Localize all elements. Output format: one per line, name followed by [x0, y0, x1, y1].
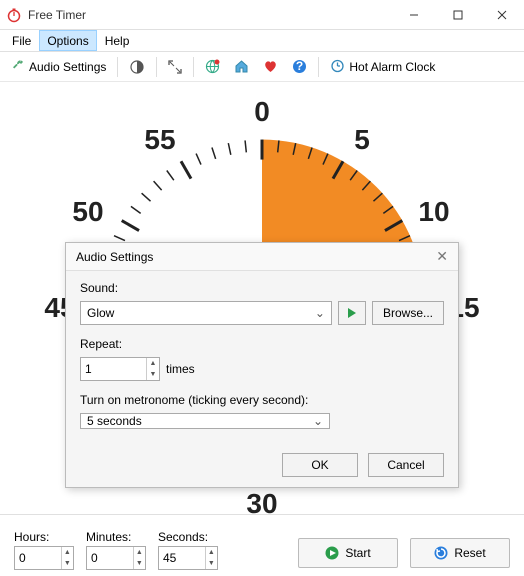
up-icon[interactable]: ▲ — [62, 547, 73, 558]
reset-icon — [434, 546, 448, 560]
heart-icon[interactable] — [258, 56, 283, 77]
minimize-button[interactable] — [392, 0, 436, 30]
repeat-input[interactable] — [81, 358, 146, 380]
separator — [318, 57, 319, 77]
down-icon[interactable]: ▼ — [62, 558, 73, 569]
svg-text:?: ? — [296, 59, 303, 73]
audio-settings-label: Audio Settings — [29, 60, 106, 74]
hot-alarm-clock-label: Hot Alarm Clock — [349, 60, 435, 74]
bottom-bar: Hours: ▲▼ Minutes: ▲▼ Seconds: ▲▼ Start … — [0, 514, 524, 576]
dialog-titlebar: Audio Settings ✕ — [66, 243, 458, 271]
minutes-label: Minutes: — [86, 530, 146, 544]
metronome-combo[interactable]: 5 seconds ⌄ — [80, 413, 330, 429]
menubar: File Options Help — [0, 30, 524, 52]
up-icon[interactable]: ▲ — [147, 358, 159, 369]
up-icon[interactable]: ▲ — [134, 547, 145, 558]
menu-options[interactable]: Options — [39, 30, 96, 51]
minutes-spinner[interactable]: ▲▼ — [86, 546, 146, 570]
down-icon[interactable]: ▼ — [206, 558, 217, 569]
up-icon[interactable]: ▲ — [206, 547, 217, 558]
repeat-spinner[interactable]: ▲▼ — [80, 357, 160, 381]
seconds-label: Seconds: — [158, 530, 218, 544]
play-icon — [346, 307, 358, 319]
cancel-button[interactable]: Cancel — [368, 453, 444, 477]
repeat-suffix: times — [166, 362, 195, 376]
seconds-input[interactable] — [159, 547, 205, 569]
dialog-title: Audio Settings — [76, 250, 153, 264]
clock-icon — [330, 58, 345, 76]
dial-num-5: 5 — [354, 124, 370, 156]
dial-num-55: 55 — [144, 124, 175, 156]
repeat-label: Repeat: — [80, 337, 444, 351]
sound-label: Sound: — [80, 281, 444, 295]
separator — [156, 57, 157, 77]
hours-input[interactable] — [15, 547, 61, 569]
down-icon[interactable]: ▼ — [147, 369, 159, 380]
home-icon[interactable] — [229, 56, 254, 77]
browse-button[interactable]: Browse... — [372, 301, 444, 325]
metronome-label: Turn on metronome (ticking every second)… — [80, 393, 444, 407]
close-button[interactable] — [480, 0, 524, 30]
titlebar: Free Timer — [0, 0, 524, 30]
fullscreen-icon[interactable] — [163, 57, 187, 77]
timer-canvas: 0 5 10 15 20 25 30 35 40 45 50 55 Audio … — [0, 82, 524, 508]
chevron-down-icon: ⌄ — [315, 306, 325, 320]
metronome-value: 5 seconds — [87, 414, 142, 428]
minutes-input[interactable] — [87, 547, 133, 569]
down-icon[interactable]: ▼ — [134, 558, 145, 569]
help-icon[interactable]: ? — [287, 56, 312, 77]
dial-num-10: 10 — [418, 196, 449, 228]
reset-label: Reset — [454, 546, 485, 560]
separator — [193, 57, 194, 77]
separator — [117, 57, 118, 77]
maximize-button[interactable] — [436, 0, 480, 30]
wrench-icon — [11, 58, 25, 75]
sound-combo[interactable]: Glow ⌄ — [80, 301, 332, 325]
toolbar: Audio Settings ? Hot Alarm Clock — [0, 52, 524, 82]
app-icon — [6, 7, 22, 23]
window-title: Free Timer — [28, 8, 86, 22]
brightness-icon[interactable] — [124, 56, 150, 78]
audio-settings-button[interactable]: Audio Settings — [6, 55, 111, 78]
chevron-down-icon: ⌄ — [313, 414, 323, 428]
sound-value: Glow — [87, 306, 114, 320]
dial-num-50: 50 — [72, 196, 103, 228]
hours-spinner[interactable]: ▲▼ — [14, 546, 74, 570]
reset-button[interactable]: Reset — [410, 538, 510, 568]
hot-alarm-clock-button[interactable]: Hot Alarm Clock — [325, 55, 440, 79]
hours-label: Hours: — [14, 530, 74, 544]
start-button[interactable]: Start — [298, 538, 398, 568]
dialog-close-icon[interactable]: ✕ — [436, 248, 448, 265]
play-button[interactable] — [338, 301, 366, 325]
play-icon — [325, 546, 339, 560]
start-label: Start — [345, 546, 370, 560]
globe-icon[interactable] — [200, 56, 225, 77]
menu-help[interactable]: Help — [97, 30, 138, 51]
audio-settings-dialog: Audio Settings ✕ Sound: Glow ⌄ Browse...… — [65, 242, 459, 488]
menu-file[interactable]: File — [4, 30, 39, 51]
ok-button[interactable]: OK — [282, 453, 358, 477]
seconds-spinner[interactable]: ▲▼ — [158, 546, 218, 570]
dial-num-0: 0 — [254, 96, 270, 128]
